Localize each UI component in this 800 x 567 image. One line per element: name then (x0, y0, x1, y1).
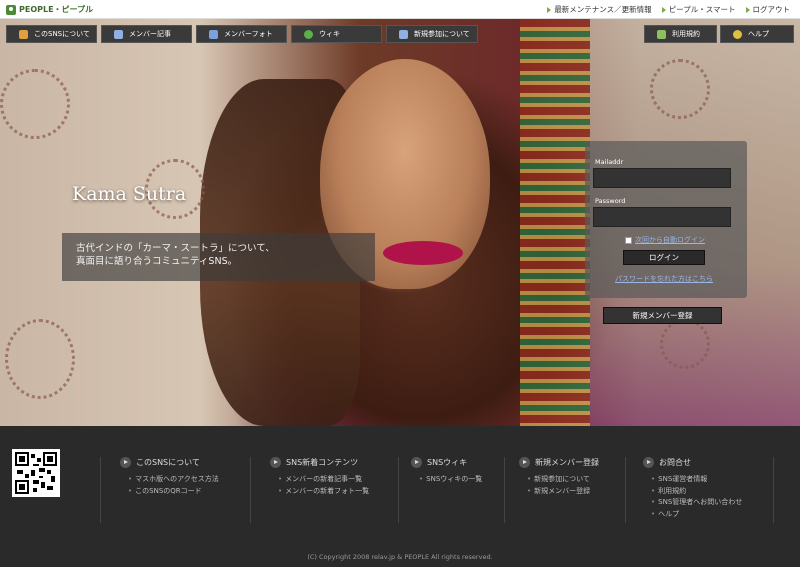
footer-link[interactable]: マスホ版へのアクセス方法 (128, 474, 219, 486)
footer-link[interactable]: 新規メンバー登録 (527, 486, 599, 498)
register-button[interactable]: 新規メンバー登録 (603, 307, 722, 324)
footer-link[interactable]: 利用規約 (651, 486, 742, 498)
footer-column-about: このSNSについて マスホ版へのアクセス方法 このSNSのQRコード (120, 457, 219, 497)
footer-link[interactable]: ヘルプ (651, 509, 742, 521)
footer-link[interactable]: メンバーの新着フォト一覧 (278, 486, 369, 498)
footer-column-wiki: SNSウィキ SNSウィキの一覧 (411, 457, 482, 486)
footer-heading[interactable]: このSNSについて (120, 457, 219, 468)
forgot-password-link[interactable]: パスワードを忘れた方はこちら (615, 274, 713, 284)
document-icon (114, 29, 123, 39)
play-circle-icon (519, 457, 530, 468)
footer-link[interactable]: このSNSのQRコード (128, 486, 219, 498)
footer-link[interactable]: SNS管理者へお問い合わせ (651, 497, 742, 509)
hero-title: Kama Sutra (72, 183, 187, 205)
play-circle-icon (411, 457, 422, 468)
footer-divider (504, 457, 505, 523)
footer-divider (773, 457, 774, 523)
hero-description: 古代インドの「カーマ・スートラ」について、 真面目に語り合うコミュニティSNS。 (62, 233, 375, 281)
globe-icon (304, 29, 313, 39)
footer-column-contact: お問合せ SNS運営者情報 利用規約 SNS管理者へお問い合わせ ヘルプ (643, 457, 742, 520)
user-icon (399, 29, 408, 39)
photo-icon (209, 29, 218, 39)
qr-code (12, 449, 60, 497)
play-circle-icon (120, 457, 131, 468)
nav-terms[interactable]: 利用規約 (644, 25, 717, 43)
footer-column-new-content: SNS新着コンテンツ メンバーの新着記事一覧 メンバーの新着フォト一覧 (270, 457, 369, 497)
nav-help[interactable]: ヘルプ (720, 25, 794, 43)
footer-divider (398, 457, 399, 523)
auto-login-checkbox[interactable] (625, 236, 632, 244)
flower-decoration (660, 319, 710, 369)
footer: このSNSについて マスホ版へのアクセス方法 このSNSのQRコード SNS新着… (0, 426, 800, 567)
flower-decoration (0, 69, 70, 139)
maintenance-link[interactable]: 最新メンテナンス／更新情報 (547, 4, 652, 15)
arrow-right-icon (745, 6, 750, 13)
qr-code-icon (15, 452, 57, 494)
arrow-right-icon (661, 6, 666, 13)
footer-heading[interactable]: 新規メンバー登録 (519, 457, 599, 468)
password-input[interactable] (593, 207, 731, 227)
hero-description-line1: 古代インドの「カーマ・スートラ」について、 (76, 243, 275, 254)
nav-member-articles[interactable]: メンバー記事 (101, 25, 192, 43)
footer-link[interactable]: 新規参加について (527, 474, 599, 486)
nav-member-photos[interactable]: メンバーフォト (196, 25, 287, 43)
top-bar: PEOPLE・ピープル 最新メンテナンス／更新情報 ピープル・スマート ログアウ… (0, 0, 800, 19)
nav-about-sns[interactable]: このSNSについて (6, 25, 97, 43)
footer-divider (625, 457, 626, 523)
login-button[interactable]: ログイン (623, 250, 705, 265)
footer-link[interactable]: SNSウィキの一覧 (419, 474, 482, 486)
arrow-right-icon (547, 6, 552, 13)
auto-login-label[interactable]: 次回から自動ログイン (635, 235, 705, 245)
login-panel: Mailaddr Password 次回から自動ログイン ログイン パスワードを… (585, 141, 747, 298)
logout-link[interactable]: ログアウト (745, 4, 790, 15)
hero-description-line2: 真面目に語り合うコミュニティSNS。 (76, 256, 238, 267)
footer-divider (250, 457, 251, 523)
mail-label: Mailaddr (595, 158, 624, 166)
copyright: (C) Copyright 2008 relav.jp & PEOPLE All… (307, 553, 493, 561)
nav-join[interactable]: 新規参加について (386, 25, 478, 43)
auto-login-option[interactable]: 次回から自動ログイン (625, 235, 705, 245)
footer-column-register: 新規メンバー登録 新規参加について 新規メンバー登録 (519, 457, 599, 497)
hero-lips (383, 241, 463, 265)
mail-input[interactable] (593, 168, 731, 188)
footer-heading[interactable]: SNS新着コンテンツ (270, 457, 369, 468)
footer-link[interactable]: メンバーの新着記事一覧 (278, 474, 369, 486)
smart-link[interactable]: ピープル・スマート (661, 4, 736, 15)
footer-heading[interactable]: SNSウィキ (411, 457, 482, 468)
flower-decoration (5, 319, 75, 399)
footer-heading[interactable]: お問合せ (643, 457, 742, 468)
pencil-icon (657, 29, 666, 39)
help-icon (733, 29, 742, 39)
brand-name: PEOPLE・ピープル (19, 5, 94, 14)
play-circle-icon (270, 457, 281, 468)
footer-link[interactable]: SNS運営者情報 (651, 474, 742, 486)
flower-decoration (650, 59, 710, 119)
footer-divider (100, 457, 101, 523)
play-circle-icon (643, 457, 654, 468)
password-label: Password (595, 197, 626, 205)
hero-sari (520, 19, 590, 426)
nav-wiki[interactable]: ウィキ (291, 25, 382, 43)
people-icon (19, 29, 28, 39)
top-links: 最新メンテナンス／更新情報 ピープル・スマート ログアウト (547, 4, 790, 15)
brand[interactable]: PEOPLE・ピープル (6, 4, 93, 15)
people-logo-icon (6, 4, 16, 15)
